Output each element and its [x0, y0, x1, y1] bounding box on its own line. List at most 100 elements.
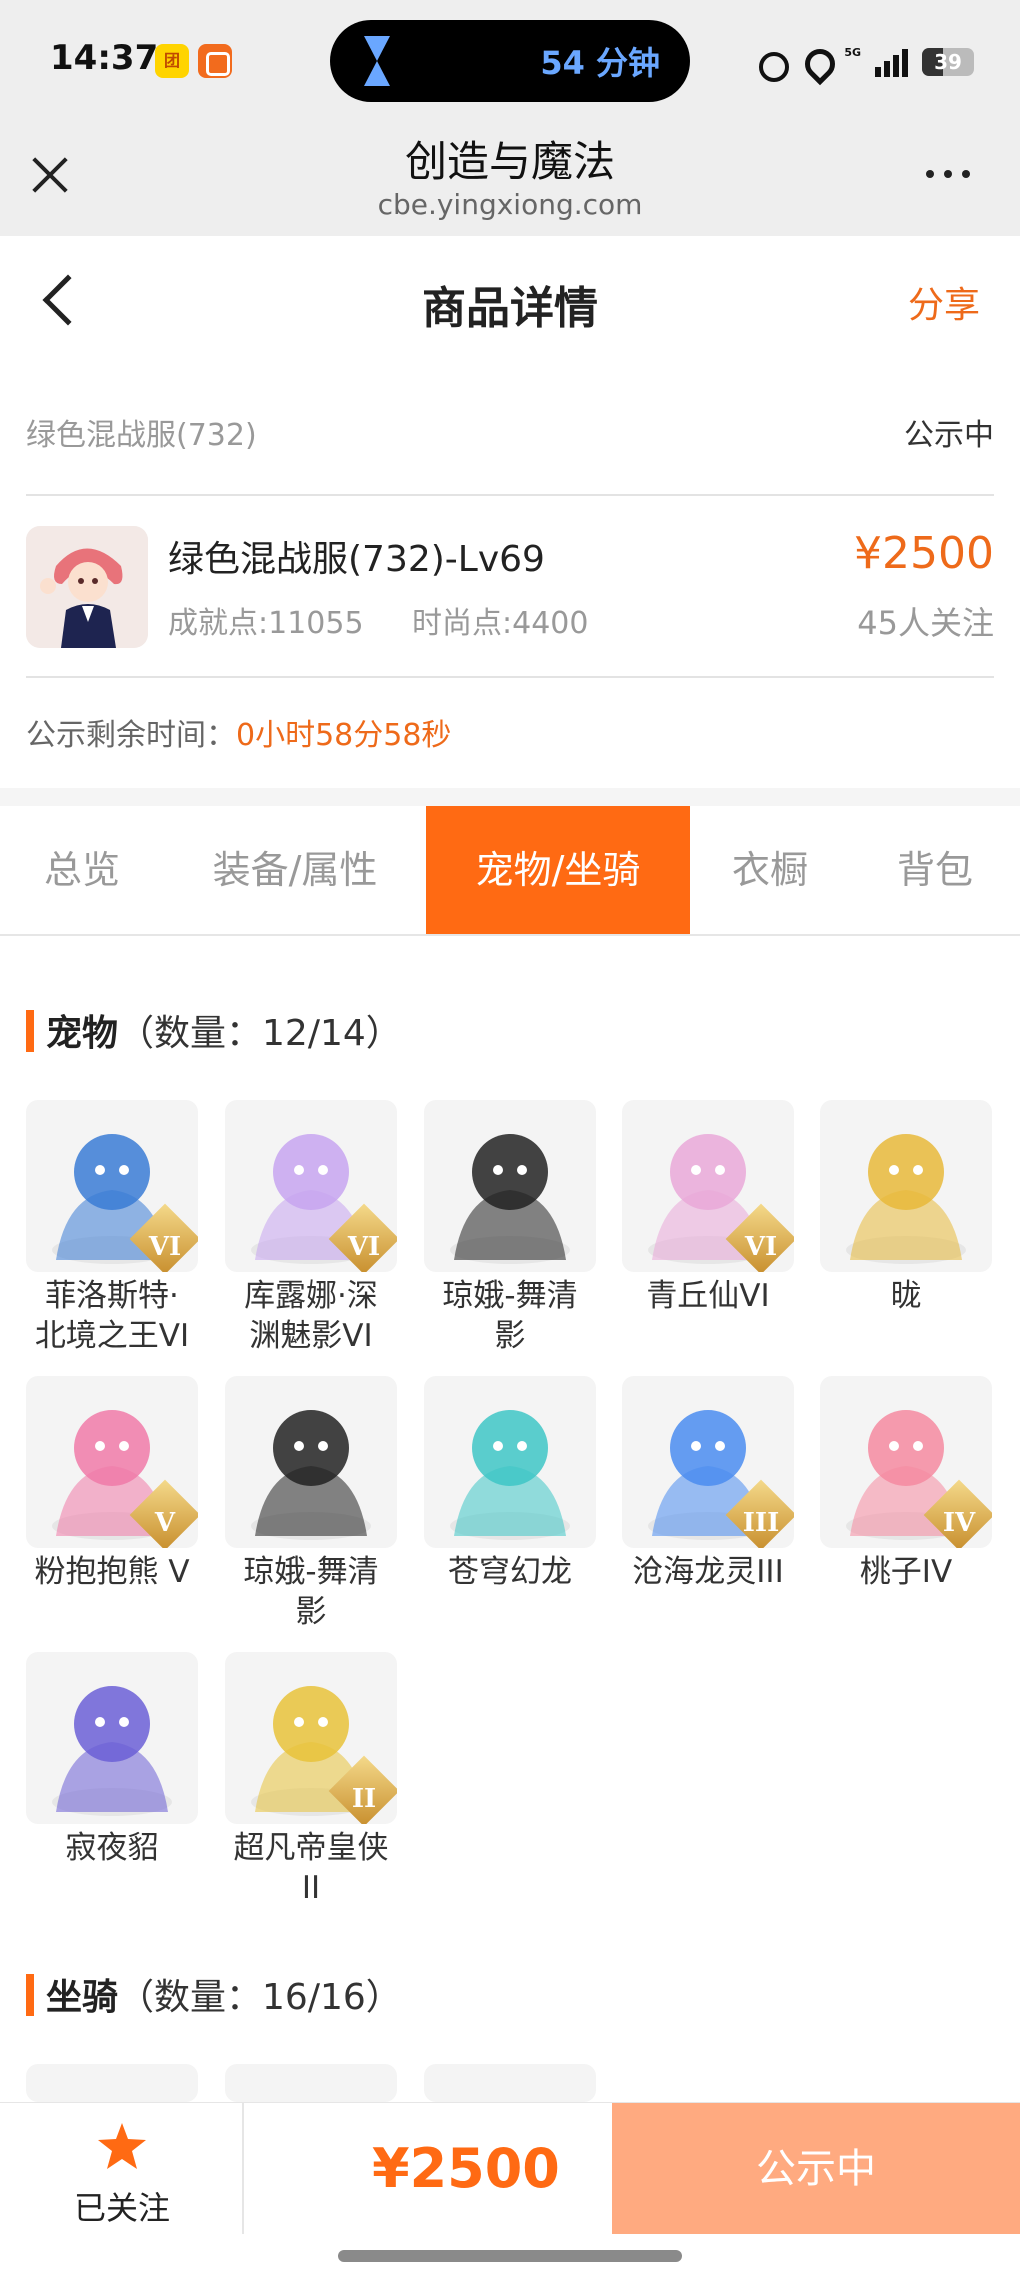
network-type: 5G	[844, 45, 861, 59]
pet-thumbnail: III	[622, 1376, 794, 1548]
countdown-value: 0小时58分58秒	[236, 718, 452, 753]
follow-button[interactable]: 已关注	[0, 2103, 244, 2235]
pet-name: 粉抱抱熊 V	[26, 1552, 198, 1592]
dynamic-island: 54 分钟	[330, 20, 690, 102]
pet-name-line-1: 昽	[890, 1278, 922, 1314]
section-count: （数量：12/14）	[118, 1013, 402, 1054]
battery-level: 39	[934, 50, 962, 74]
section-separator	[0, 788, 1020, 806]
location-icon	[800, 47, 830, 77]
page-header: 商品详情 分享	[0, 236, 1020, 366]
tier-badge-text: II	[351, 1784, 377, 1814]
status-time: 14:37	[50, 38, 159, 78]
tier-badge-text: VI	[744, 1232, 778, 1262]
pet-name-line-1: 桃子IV	[859, 1554, 953, 1590]
listing-status: 公示中	[904, 418, 994, 453]
tier-badge-text: IV	[942, 1508, 976, 1538]
tab-pets-mounts[interactable]: 宠物/坐骑	[426, 806, 690, 934]
pet-name-line-1: 超凡帝皇侠	[233, 1830, 389, 1866]
pet-item[interactable]: 寂夜貂	[26, 1652, 198, 1868]
tab-overview[interactable]: 总览	[0, 806, 164, 934]
pet-name: 库露娜·深 渊魅影VI	[225, 1276, 397, 1356]
pet-name: 琼娥-舞清影	[424, 1276, 596, 1356]
tab-wardrobe[interactable]: 衣橱	[690, 806, 850, 934]
pet-item[interactable]: V 粉抱抱熊 V	[26, 1376, 198, 1592]
achievement-points: 成就点:11055	[168, 606, 364, 641]
mount-item[interactable]	[26, 2064, 198, 2102]
more-icon[interactable]	[926, 170, 970, 178]
pet-item[interactable]: VI 青丘仙VI	[622, 1100, 794, 1316]
pet-thumbnail: VI	[622, 1100, 794, 1272]
pet-name: 琼娥-舞清影	[225, 1552, 397, 1632]
pet-name-line-2: 北境之王VI	[34, 1318, 190, 1354]
pet-item[interactable]: 琼娥-舞清影	[225, 1376, 397, 1632]
hourglass-icon	[364, 36, 390, 86]
tier-badge-text: III	[742, 1508, 780, 1538]
pet-item[interactable]: III 沧海龙灵III	[622, 1376, 794, 1592]
pet-name-line-1: 沧海龙灵III	[632, 1554, 784, 1590]
divider	[26, 676, 994, 678]
character-avatar	[26, 526, 148, 648]
follow-label: 已关注	[73, 2189, 170, 2227]
share-button[interactable]: 分享	[908, 276, 980, 328]
pet-name: 苍穹幻龙	[424, 1552, 596, 1592]
listing-subheader: 绿色混战服(732) 公示中	[26, 400, 994, 460]
home-indicator-area	[0, 2234, 1020, 2280]
pet-item[interactable]: VI 菲洛斯特· 北境之王VI	[26, 1100, 198, 1356]
section-name: 坐骑	[46, 1977, 119, 2018]
listing-name: 绿色混战服(732)	[26, 418, 257, 453]
bottom-action-bar: 已关注 ¥2500 公示中	[0, 2102, 1020, 2235]
tab-backpack[interactable]: 背包	[850, 806, 1020, 934]
pet-item[interactable]: 琼娥-舞清影	[424, 1100, 596, 1356]
home-indicator[interactable]	[338, 2250, 682, 2262]
pet-name-line-2: 影	[494, 1318, 526, 1354]
mount-item[interactable]	[424, 2064, 596, 2102]
listing-title: 绿色混战服(732)-Lv69	[168, 539, 545, 580]
tier-badge-text: VI	[148, 1232, 182, 1262]
pet-thumbnail	[26, 1652, 198, 1824]
signal-icon	[875, 47, 908, 77]
section-count: （数量：16/16）	[118, 1977, 402, 2018]
pet-thumbnail: VI	[26, 1100, 198, 1272]
pet-name: 桃子IV	[820, 1552, 992, 1592]
pet-name-line-1: 菲洛斯特·	[45, 1278, 179, 1314]
section-name: 宠物	[46, 1013, 119, 1054]
pet-name-line-1: 寂夜貂	[65, 1830, 159, 1866]
pet-name-line-1: 苍穹幻龙	[448, 1554, 572, 1590]
status-action-button[interactable]: 公示中	[612, 2103, 1020, 2235]
pet-name-line-2: II	[301, 1870, 321, 1906]
pet-item[interactable]: VI 库露娜·深 渊魅影VI	[225, 1100, 397, 1356]
listing-price: ¥2500	[854, 528, 994, 579]
pets-section-title: 宠物（数量：12/14）	[26, 1004, 402, 1056]
site-title: 创造与魔法	[404, 137, 615, 186]
follower-count: 45人关注	[857, 604, 994, 642]
mount-item[interactable]	[225, 2064, 397, 2102]
countdown-label: 公示剩余时间：	[26, 718, 236, 753]
status-icons: 5G 39	[756, 42, 974, 82]
site-url: cbe.yingxiong.com	[377, 188, 643, 221]
pet-name: 青丘仙VI	[622, 1276, 794, 1316]
pet-thumbnail	[225, 1376, 397, 1548]
pet-thumbnail: VI	[225, 1100, 397, 1272]
pet-item[interactable]: IV 桃子IV	[820, 1376, 992, 1592]
section-accent-bar	[26, 1010, 34, 1052]
tier-badge-text: V	[154, 1508, 176, 1538]
pet-item[interactable]: 苍穹幻龙	[424, 1376, 596, 1592]
pet-item[interactable]: II 超凡帝皇侠 II	[225, 1652, 397, 1908]
pet-item[interactable]: 昽	[820, 1100, 992, 1316]
pet-name: 寂夜貂	[26, 1828, 198, 1868]
app-notification-icon: 团	[155, 44, 189, 78]
pet-name: 沧海龙灵III	[622, 1552, 794, 1592]
section-accent-bar	[26, 1974, 34, 2016]
tab-equipment[interactable]: 装备/属性	[164, 806, 426, 934]
pet-thumbnail: II	[225, 1652, 397, 1824]
pet-name-line-2: 影	[295, 1594, 327, 1630]
countdown: 公示剩余时间：0小时58分58秒	[26, 710, 451, 754]
pet-name: 昽	[820, 1276, 992, 1316]
listing-summary: 绿色混战服(732)-Lv69 成就点:11055 时尚点:4400 ¥2500…	[26, 522, 994, 652]
pet-name: 超凡帝皇侠 II	[225, 1828, 397, 1908]
pet-name-line-1: 琼娥-舞清	[243, 1554, 379, 1590]
pet-name-line-2: 渊魅影VI	[249, 1318, 373, 1354]
pet-thumbnail	[820, 1100, 992, 1272]
pet-name-line-1: 青丘仙VI	[646, 1278, 770, 1314]
